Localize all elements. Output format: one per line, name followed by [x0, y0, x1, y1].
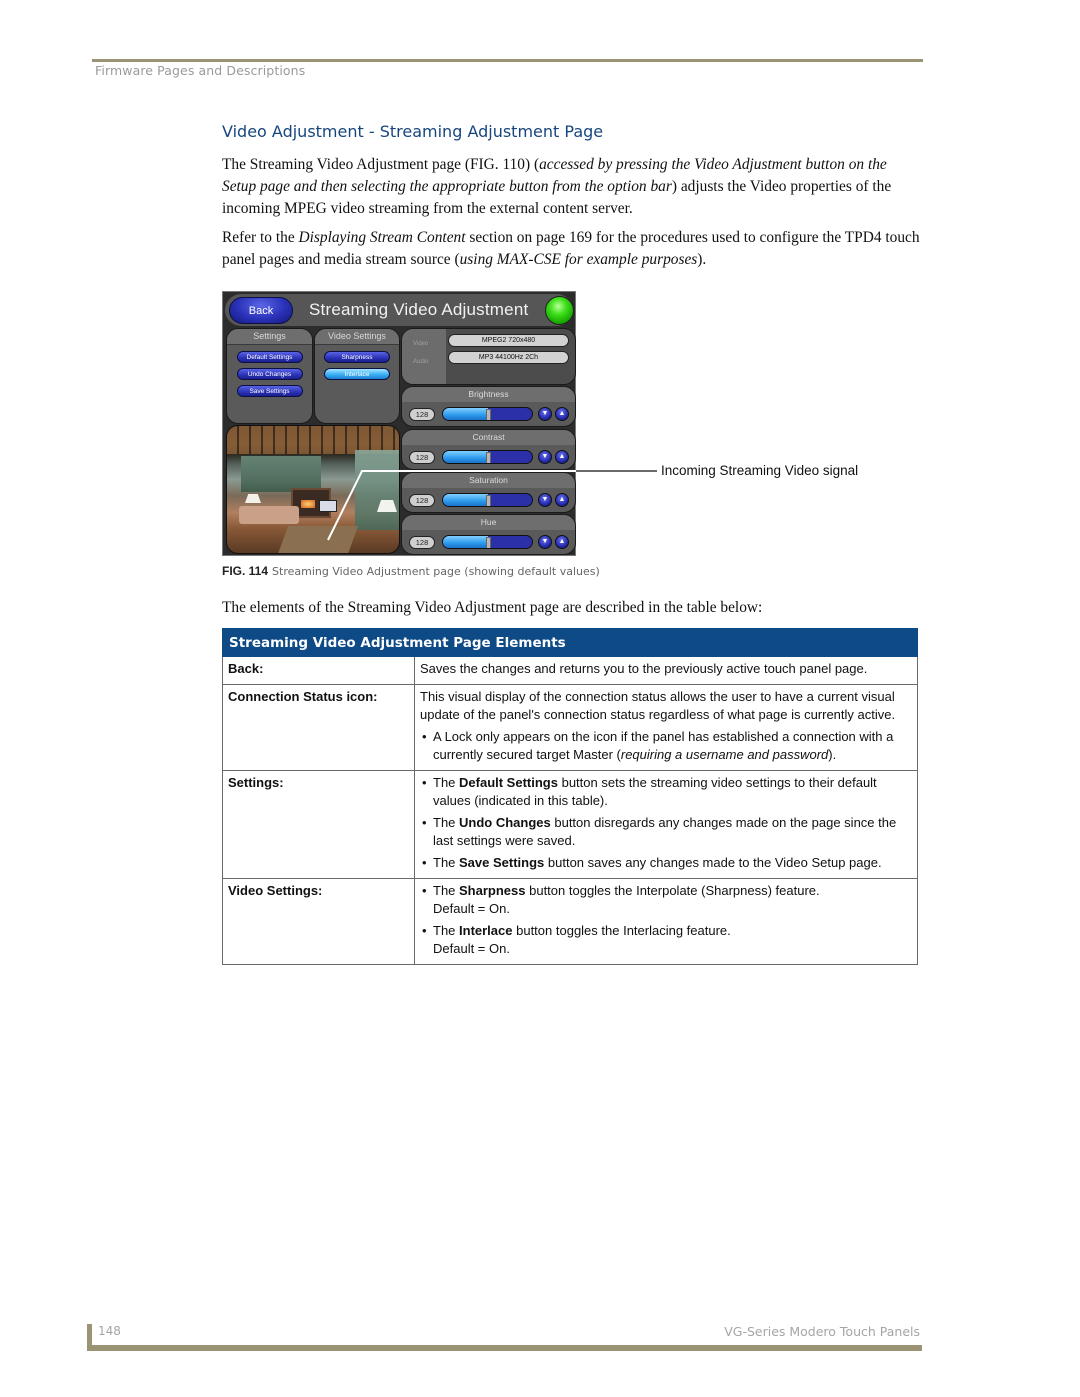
contrast-up-button[interactable]: ▲: [555, 450, 569, 464]
brightness-control: Brightness 128 ▼ ▲: [401, 386, 576, 427]
table-row: Settings: The Default Settings button se…: [222, 770, 918, 879]
header-rule: [92, 59, 923, 62]
video-format-field: MPEG2 720x480: [448, 334, 569, 347]
saturation-up-button[interactable]: ▲: [555, 493, 569, 507]
hue-up-button[interactable]: ▲: [555, 535, 569, 549]
footer-rule: [87, 1345, 922, 1351]
panel-title-bar: Back Streaming Video Adjustment: [225, 294, 574, 326]
audio-label: Audio: [413, 359, 429, 365]
reference-paragraph: Refer to the Displaying Stream Content s…: [222, 229, 920, 268]
default-settings-button[interactable]: Default Settings: [236, 351, 303, 363]
settings-group: Settings Default Settings Undo Changes S…: [226, 328, 313, 424]
intro-paragraph: The Streaming Video Adjustment page (FIG…: [222, 156, 892, 217]
back-button[interactable]: Back: [229, 297, 293, 324]
video-settings-group: Video Settings Sharpness Interlace: [314, 328, 400, 424]
panel-title: Streaming Video Adjustment: [309, 300, 529, 319]
brightness-label: Brightness: [402, 387, 575, 402]
audio-format-field: MP3 44100Hz 2Ch: [448, 351, 569, 364]
elements-table: Streaming Video Adjustment Page Elements…: [222, 628, 918, 965]
hue-slider[interactable]: [442, 535, 533, 549]
interlace-button[interactable]: Interlace: [324, 368, 390, 380]
slider-thumb[interactable]: [485, 409, 491, 420]
table-row: Connection Status icon: This visual disp…: [222, 684, 918, 771]
term-video-settings: Video Settings:: [222, 878, 415, 965]
settings-header: Settings: [227, 329, 312, 345]
desc-back: Saves the changes and returns you to the…: [414, 656, 918, 685]
desc-settings: The Default Settings button sets the str…: [414, 770, 918, 879]
term-settings: Settings:: [222, 770, 415, 879]
slider-thumb[interactable]: [485, 537, 491, 548]
term-back: Back:: [222, 656, 415, 685]
footer-doc-title: VG-Series Modero Touch Panels: [724, 1324, 920, 1339]
video-settings-header: Video Settings: [315, 329, 399, 345]
cross-reference-link[interactable]: Displaying Stream Content: [299, 229, 466, 246]
contrast-down-button[interactable]: ▼: [538, 450, 552, 464]
hue-label: Hue: [402, 515, 575, 530]
saturation-value: 128: [409, 494, 435, 507]
video-label: Video: [413, 341, 429, 347]
desc-video-settings: The Sharpness button toggles the Interpo…: [414, 878, 918, 965]
sharpness-button[interactable]: Sharpness: [324, 351, 390, 363]
slider-thumb[interactable]: [485, 495, 491, 506]
desc-connection-status: This visual display of the connection st…: [414, 684, 918, 771]
brightness-up-button[interactable]: ▲: [555, 407, 569, 421]
contrast-slider[interactable]: [442, 450, 533, 464]
undo-changes-button[interactable]: Undo Changes: [236, 368, 303, 380]
page-number: 148: [98, 1324, 121, 1338]
contrast-value: 128: [409, 451, 435, 464]
brightness-down-button[interactable]: ▼: [538, 407, 552, 421]
hue-value: 128: [409, 536, 435, 549]
saturation-label: Saturation: [402, 473, 575, 488]
term-connection-status: Connection Status icon:: [222, 684, 415, 771]
table-intro: The elements of the Streaming Video Adju…: [222, 599, 763, 616]
slider-thumb[interactable]: [485, 452, 491, 463]
streaming-video-preview: [226, 425, 400, 554]
saturation-slider[interactable]: [442, 493, 533, 507]
table-row: Back: Saves the changes and returns you …: [222, 656, 918, 685]
contrast-label: Contrast: [402, 430, 575, 445]
running-head: Firmware Pages and Descriptions: [95, 63, 306, 78]
saturation-down-button[interactable]: ▼: [538, 493, 552, 507]
connection-status-icon: [545, 296, 574, 325]
brightness-slider[interactable]: [442, 407, 533, 421]
stream-info-group: Video Audio MPEG2 720x480 MP3 44100Hz 2C…: [401, 328, 576, 385]
table-title: Streaming Video Adjustment Page Elements: [222, 628, 918, 657]
contrast-control: Contrast 128 ▼ ▲: [401, 429, 576, 470]
figure-number: FIG. 114: [222, 564, 269, 578]
brightness-value: 128: [409, 408, 435, 421]
saturation-control: Saturation 128 ▼ ▲: [401, 472, 576, 513]
hue-control: Hue 128 ▼ ▲: [401, 514, 576, 555]
save-settings-button[interactable]: Save Settings: [236, 385, 303, 397]
section-title: Video Adjustment - Streaming Adjustment …: [222, 122, 604, 141]
figure-caption: FIG. 114 Streaming Video Adjustment page …: [222, 564, 600, 578]
hue-down-button[interactable]: ▼: [538, 535, 552, 549]
table-row: Video Settings: The Sharpness button tog…: [222, 878, 918, 965]
callout-label: Incoming Streaming Video signal: [661, 463, 859, 478]
touch-panel-figure: Back Streaming Video Adjustment Settings…: [222, 291, 576, 556]
